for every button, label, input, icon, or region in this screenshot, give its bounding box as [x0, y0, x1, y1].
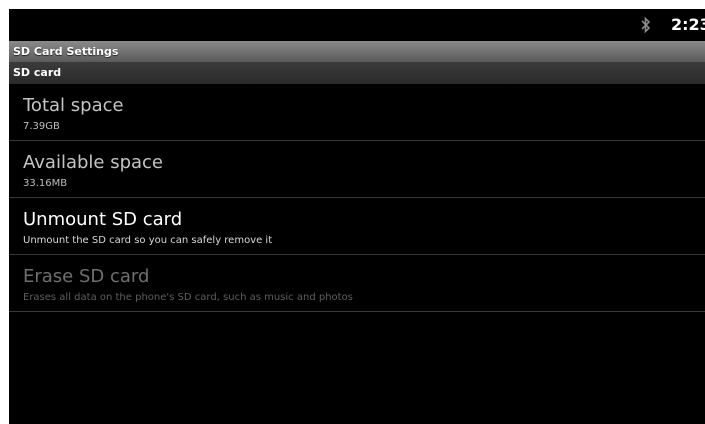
pref-summary: Unmount the SD card so you can safely re…	[23, 235, 273, 246]
section-header-sd-card: SD card	[9, 62, 705, 84]
bluetooth-icon	[639, 16, 653, 34]
pref-summary: Erases all data on the phone's SD card, …	[23, 292, 353, 303]
device-screen: 2:23 SD Card Settings SD card Total spac…	[9, 9, 705, 424]
pref-summary: 7.39GB	[23, 121, 60, 132]
status-clock: 2:23	[671, 15, 705, 34]
pref-title: Total space	[23, 95, 124, 116]
status-bar: 2:23	[9, 9, 705, 41]
pref-total-space: Total space 7.39GB	[9, 84, 705, 141]
pref-erase-sd-card: Erase SD card Erases all data on the pho…	[9, 255, 705, 312]
pref-title: Available space	[23, 152, 164, 173]
page-title: SD Card Settings	[9, 41, 705, 62]
pref-summary: 33.16MB	[23, 178, 68, 189]
pref-unmount-sd-card[interactable]: Unmount SD card Unmount the SD card so y…	[9, 198, 705, 255]
preference-list: Total space 7.39GB Available space 33.16…	[9, 84, 705, 312]
pref-title: Unmount SD card	[23, 209, 183, 230]
pref-available-space: Available space 33.16MB	[9, 141, 705, 198]
pref-title: Erase SD card	[23, 266, 150, 287]
